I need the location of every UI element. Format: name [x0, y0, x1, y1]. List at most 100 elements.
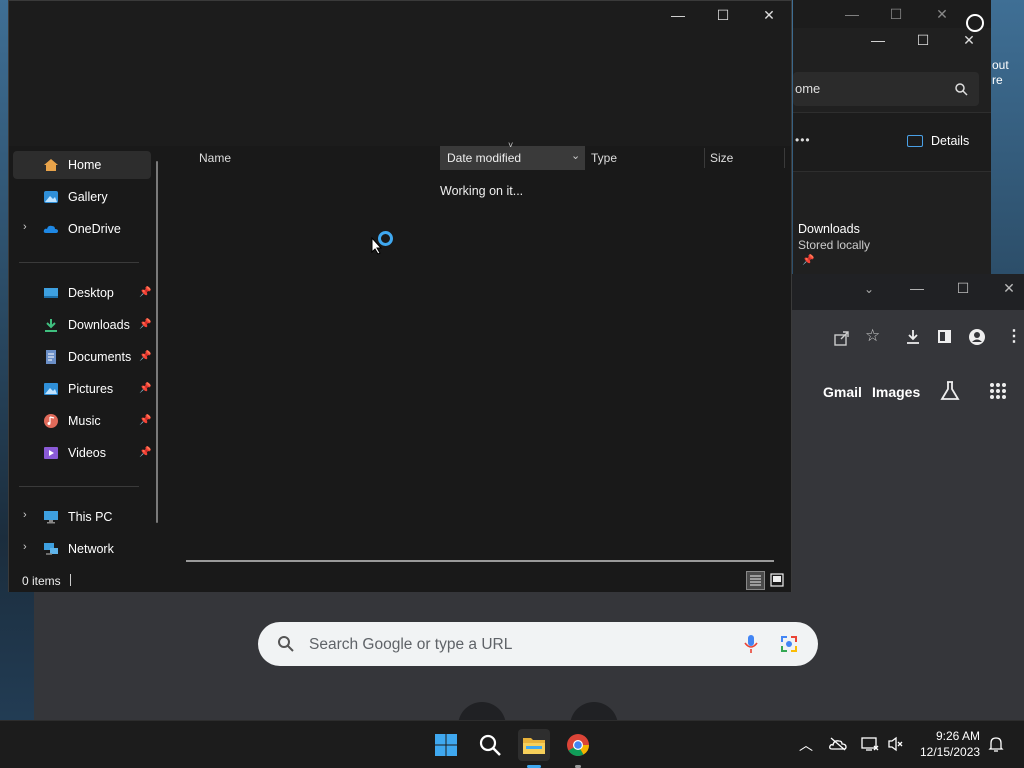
- tiles-view-icon: [770, 573, 784, 587]
- volume-muted-icon[interactable]: [887, 736, 905, 752]
- nav-label: Documents: [68, 350, 132, 364]
- pin-icon[interactable]: 📌: [139, 415, 151, 426]
- search-icon: [955, 83, 968, 96]
- clock-date[interactable]: 12/15/2023: [920, 745, 980, 759]
- column-header-date-label: Date modified: [447, 151, 522, 165]
- clock-time[interactable]: 9:26 AM: [936, 729, 980, 743]
- bg-search-text: ome: [795, 81, 821, 96]
- downloads-icon: [45, 319, 57, 332]
- gmail-link[interactable]: Gmail: [823, 384, 862, 400]
- desktop-icon: [44, 288, 58, 298]
- bg-item-sub: Stored locally: [798, 238, 871, 252]
- bg-item-name[interactable]: Downloads: [798, 222, 860, 236]
- bg2-maximize-button[interactable]: ☐: [908, 32, 938, 49]
- nav-item-pictures[interactable]: Pictures 📌: [13, 375, 151, 403]
- details-view-button[interactable]: [746, 571, 765, 590]
- file-explorer-taskbar-button[interactable]: [518, 729, 550, 768]
- details-pane-icon: [907, 135, 923, 147]
- bg-search-box[interactable]: ome: [793, 72, 979, 106]
- column-divider[interactable]: [784, 148, 785, 168]
- show-hidden-icons-chevron-icon[interactable]: ︿: [799, 735, 813, 755]
- tab-search-chevron-icon[interactable]: ⌄: [864, 282, 874, 296]
- network-icon: [44, 543, 58, 555]
- download-icon[interactable]: [905, 329, 921, 345]
- start-button[interactable]: [430, 729, 462, 761]
- pin-icon[interactable]: 📌: [139, 351, 151, 362]
- nav-item-music[interactable]: Music 📌: [13, 407, 151, 435]
- navigation-pane: Home Gallery › OneDrive Desktop 📌 Downlo…: [9, 146, 167, 570]
- item-count: 0 items: [22, 574, 61, 588]
- nav-item-downloads[interactable]: Downloads 📌: [13, 311, 151, 339]
- chrome-icon: [567, 734, 589, 756]
- working-status: Working on it...: [440, 184, 524, 198]
- tiles-view-button[interactable]: [769, 572, 785, 588]
- search-button[interactable]: [474, 729, 506, 761]
- music-icon: [44, 414, 58, 428]
- column-header-size[interactable]: Size: [710, 146, 733, 170]
- apps-grid-icon[interactable]: [989, 382, 1007, 400]
- nav-item-network[interactable]: › Network: [13, 535, 151, 563]
- details-button[interactable]: Details: [931, 134, 969, 148]
- pictures-icon: [44, 383, 58, 395]
- more-options-button[interactable]: •••: [795, 133, 811, 147]
- chrome-close-button[interactable]: ✕: [994, 280, 1024, 297]
- notification-bell-icon[interactable]: [988, 736, 1004, 753]
- expand-chevron-icon[interactable]: ›: [23, 541, 27, 553]
- this-pc-icon: [44, 511, 58, 524]
- column-filter-chevron-icon[interactable]: ⌄: [571, 149, 580, 162]
- column-header-date-modified[interactable]: Date modified ˅ ⌄: [440, 140, 585, 170]
- status-bar: 0 items: [9, 570, 791, 592]
- nav-item-desktop[interactable]: Desktop 📌: [13, 279, 151, 307]
- network-status-icon[interactable]: [861, 736, 879, 752]
- lens-search-icon[interactable]: [780, 635, 798, 653]
- chrome-menu-icon[interactable]: ⋮: [1006, 326, 1022, 346]
- partial-text-1: out: [992, 58, 1009, 72]
- explorer-header: — ☐ ✕: [9, 1, 791, 146]
- profile-icon[interactable]: [969, 329, 985, 345]
- google-search-icon: [278, 636, 294, 652]
- minimize-button[interactable]: —: [663, 7, 693, 23]
- bg-close-button[interactable]: ✕: [927, 6, 957, 23]
- chrome-minimize-button[interactable]: —: [902, 280, 932, 296]
- pin-icon[interactable]: 📌: [139, 319, 151, 330]
- nav-label: OneDrive: [68, 222, 121, 236]
- nav-item-videos[interactable]: Videos 📌: [13, 439, 151, 467]
- details-view-icon: [750, 575, 761, 586]
- pin-icon[interactable]: 📌: [139, 287, 151, 298]
- pin-icon[interactable]: 📌: [139, 447, 151, 458]
- nav-label: Desktop: [68, 286, 114, 300]
- chrome-maximize-button[interactable]: ☐: [948, 280, 978, 297]
- column-header-type[interactable]: Type: [591, 146, 617, 170]
- nav-scrollbar[interactable]: [156, 161, 158, 523]
- nav-item-this-pc[interactable]: › This PC: [13, 503, 151, 531]
- bg2-close-button[interactable]: ✕: [954, 32, 984, 49]
- expand-chevron-icon[interactable]: ›: [23, 221, 27, 233]
- pin-icon: 📌: [802, 255, 815, 266]
- bg-minimize-button[interactable]: —: [837, 6, 867, 22]
- nav-item-documents[interactable]: Documents 📌: [13, 343, 151, 371]
- column-header-name[interactable]: Name: [199, 146, 231, 170]
- google-search-placeholder: Search Google or type a URL: [309, 636, 513, 653]
- bg-maximize-button[interactable]: ☐: [881, 6, 911, 23]
- nav-item-home[interactable]: Home: [13, 151, 151, 179]
- close-button[interactable]: ✕: [754, 7, 784, 24]
- nav-item-onedrive[interactable]: › OneDrive: [13, 215, 151, 243]
- horizontal-scrollbar[interactable]: [186, 560, 774, 562]
- file-list-pane: Name Date modified ˅ ⌄ Type Size Working…: [169, 140, 791, 570]
- labs-flask-icon[interactable]: [939, 380, 961, 402]
- chrome-taskbar-button[interactable]: [562, 729, 594, 768]
- bg2-minimize-button[interactable]: —: [863, 32, 893, 48]
- expand-chevron-icon[interactable]: ›: [23, 509, 27, 521]
- pin-icon[interactable]: 📌: [139, 383, 151, 394]
- onedrive-status-icon[interactable]: [829, 737, 847, 751]
- bookmark-star-icon[interactable]: ☆: [865, 326, 880, 346]
- column-divider[interactable]: [704, 148, 705, 168]
- maximize-button[interactable]: ☐: [708, 7, 738, 24]
- nav-item-gallery[interactable]: Gallery: [13, 183, 151, 211]
- partial-text-2: re: [992, 73, 1003, 87]
- google-search-box[interactable]: Search Google or type a URL: [258, 622, 818, 666]
- voice-search-icon[interactable]: [744, 634, 758, 654]
- side-panel-icon[interactable]: [938, 330, 951, 343]
- share-icon[interactable]: [834, 330, 850, 346]
- images-link[interactable]: Images: [872, 384, 920, 400]
